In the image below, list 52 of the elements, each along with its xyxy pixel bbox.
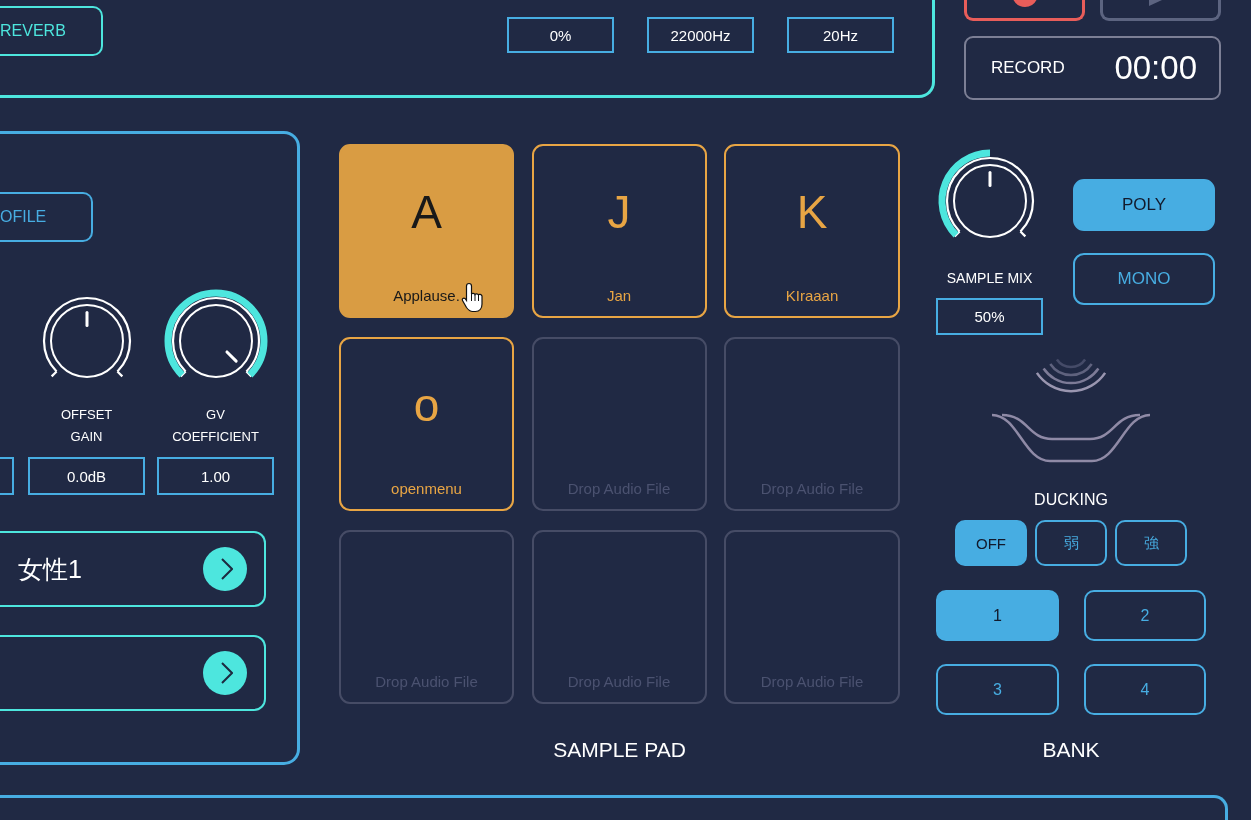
play-button[interactable] [1100,0,1221,21]
value-field[interactable]: 0.0dB [28,457,145,495]
next-button[interactable] [203,547,247,591]
sample-name: openmenu [391,480,462,498]
knob-pointer[interactable] [988,171,991,187]
knob-label: OFFSET GAIN [60,406,112,446]
section-title: SAMPLE PAD [553,738,686,762]
pad-key-letter: K [796,186,828,238]
knob-label: SAMPLE MIX [946,269,1033,287]
record-button[interactable] [964,0,1085,21]
voice-selector[interactable] [0,635,266,711]
sample-pad[interactable]: K KIraaan [724,144,900,318]
bank-button[interactable]: 3 [936,664,1059,715]
play-icon [1149,0,1162,6]
bank-button[interactable]: 4 [1084,664,1206,715]
bank-button[interactable]: 2 [1084,590,1206,641]
sample-pad[interactable]: o openmenu [339,337,514,511]
profile-button[interactable]: OFILE [0,192,93,242]
record-icon [1011,0,1038,7]
sample-pad[interactable]: A Applause. [339,144,514,318]
record-timer: 00:00 [1114,49,1197,87]
sample-name: Applause. [393,287,460,305]
pad-key-letter: o [413,379,440,431]
pad-key-letter: J [607,186,631,238]
knob-label: GV COEFFICIENT [172,406,259,446]
sample-pad[interactable]: J Jan [531,144,707,318]
value-field[interactable]: 20Hz [787,17,894,53]
ducking-option-button[interactable]: OFF [955,520,1027,566]
chevron-right-icon [220,558,233,580]
value-field[interactable]: 0% [507,17,614,53]
pad-key-letter: A [411,186,442,238]
hand-cursor-icon [461,282,485,313]
ducking-option-button[interactable]: 強 [1115,520,1187,566]
sample-name: Jan [606,287,632,305]
reverb-button[interactable]: REVERB [0,6,103,56]
value-field[interactable]: 1.00 [157,457,274,495]
value-field[interactable]: 50% [936,298,1043,335]
value-field[interactable] [0,457,14,495]
voice-name: 女性1 [18,553,82,585]
bank-button[interactable]: 1 [936,590,1059,641]
section-title: BANK [1041,738,1101,762]
ducking-option-button[interactable]: 弱 [1035,520,1107,566]
next-button[interactable] [203,651,247,695]
knob-pointer[interactable] [85,311,88,327]
chevron-right-icon [220,662,233,684]
sample-name: KIraaan [785,287,839,305]
value-field[interactable]: 22000Hz [647,17,754,53]
voice-selector[interactable]: 女性1 [0,531,266,607]
record-label: RECORD [991,58,1065,78]
mode-button[interactable]: MONO [1073,253,1215,305]
ducking-label: DUCKING [1033,490,1109,510]
mode-button[interactable]: POLY [1073,179,1215,231]
